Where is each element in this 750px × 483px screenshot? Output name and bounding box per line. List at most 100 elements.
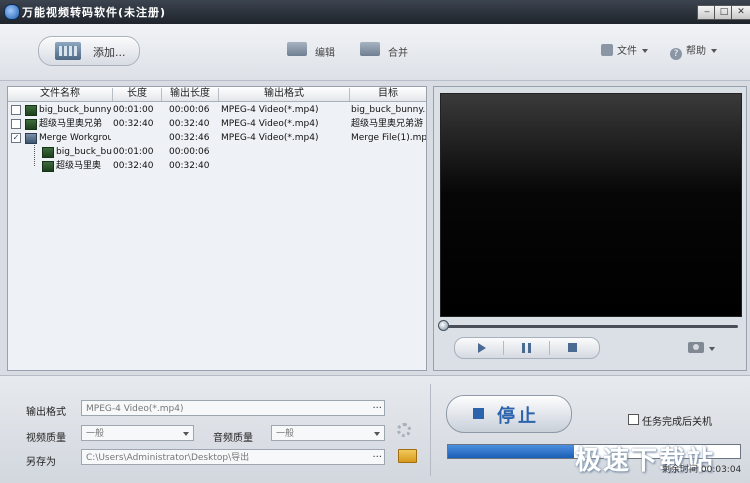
- preview-panel: [433, 86, 747, 371]
- video-quality-select[interactable]: 一般: [81, 425, 194, 441]
- playback-controls: [454, 337, 600, 359]
- stop-playback-button[interactable]: [557, 341, 587, 355]
- column-header-length[interactable]: 长度: [113, 88, 162, 101]
- audio-quality-select[interactable]: 一般: [271, 425, 385, 441]
- video-file-icon: [25, 105, 37, 116]
- column-header-output-format[interactable]: 输出格式: [219, 88, 350, 101]
- column-header-name[interactable]: 文件名称: [8, 88, 113, 101]
- add-file-label: 添加...: [93, 46, 126, 59]
- cell-length: 00:01:00: [113, 105, 154, 115]
- row-checkbox[interactable]: ✓: [11, 133, 21, 143]
- shutdown-checkbox[interactable]: [628, 414, 639, 425]
- cell-output-length: 00:32:46: [169, 133, 210, 143]
- merge-button[interactable]: 合并: [360, 41, 420, 59]
- progress-fill: [448, 445, 574, 458]
- cell-name: big_buck_bunny.: [39, 105, 111, 115]
- table-row[interactable]: big_buck_bunny. 00:01:00 00:00:06 MPEG-4…: [8, 103, 426, 117]
- browse-path-button[interactable]: ···: [372, 450, 382, 464]
- title-bar[interactable]: 万能视频转码软件(未注册) ‒ □ ✕: [0, 0, 750, 24]
- edit-label: 编辑: [315, 48, 335, 59]
- cell-name: 超级马里奥兄弟: [39, 119, 103, 129]
- save-as-label: 另存为: [26, 457, 56, 468]
- cell-output-length: 00:32:40: [169, 161, 210, 171]
- film-merge-icon: [360, 42, 380, 56]
- file-menu-label: 文件: [617, 46, 637, 57]
- chevron-down-icon[interactable]: [709, 347, 715, 351]
- cell-name: Merge Workgrou: [39, 133, 111, 143]
- cell-format: MPEG-4 Video(*.mp4): [221, 105, 319, 115]
- cell-length: 00:01:00: [113, 147, 154, 157]
- save-as-path-value: C:\Users\Administrator\Desktop\导出: [86, 453, 250, 463]
- cell-length: 00:32:40: [113, 161, 154, 171]
- stop-icon: [473, 408, 484, 419]
- video-quality-label: 视频质量: [26, 433, 66, 444]
- video-file-icon: [25, 119, 37, 130]
- file-icon: [601, 44, 613, 56]
- close-button[interactable]: ✕: [731, 5, 750, 20]
- app-logo-icon: [4, 4, 20, 20]
- merge-group-icon: [25, 133, 37, 144]
- browse-format-button[interactable]: ···: [372, 401, 382, 415]
- chevron-down-icon: [642, 49, 648, 53]
- edit-button[interactable]: 编辑: [287, 41, 347, 59]
- video-file-icon: [42, 147, 54, 158]
- cell-format: MPEG-4 Video(*.mp4): [221, 133, 319, 143]
- panel-divider: [430, 384, 431, 476]
- cell-output-length: 00:00:06: [169, 105, 210, 115]
- app-window: 万能视频转码软件(未注册) ‒ □ ✕ 添加... 编辑 合并 文件 ? 帮助 文…: [0, 0, 750, 483]
- file-menu[interactable]: 文件: [601, 42, 648, 58]
- cell-format: MPEG-4 Video(*.mp4): [221, 119, 319, 129]
- row-checkbox[interactable]: [11, 119, 21, 129]
- video-file-icon: [42, 161, 54, 172]
- cell-target: Merge File(1).mp4: [351, 133, 426, 143]
- help-menu-label: 帮助: [686, 46, 706, 57]
- output-format-value: MPEG-4 Video(*.mp4): [86, 404, 184, 414]
- audio-quality-label: 音频质量: [213, 433, 253, 444]
- cell-name: big_buck_bu: [56, 147, 112, 157]
- window-title: 万能视频转码软件(未注册): [22, 6, 167, 19]
- pause-button[interactable]: [511, 341, 541, 355]
- seek-bar[interactable]: [442, 325, 738, 328]
- film-add-icon: [55, 42, 81, 60]
- cell-name: 超级马里奥: [56, 161, 102, 171]
- table-row[interactable]: big_buck_bu 00:01:00 00:00:06: [8, 145, 426, 159]
- stop-conversion-button[interactable]: 停止: [446, 395, 572, 433]
- chevron-down-icon: [183, 432, 189, 436]
- help-icon: ?: [670, 48, 682, 60]
- stop-conversion-label: 停止: [497, 406, 539, 427]
- table-row[interactable]: ✓ Merge Workgrou 00:32:46 MPEG-4 Video(*…: [8, 131, 426, 145]
- help-menu[interactable]: ? 帮助: [670, 42, 717, 60]
- open-folder-icon[interactable]: [398, 449, 417, 463]
- add-file-button[interactable]: 添加...: [38, 36, 140, 66]
- cell-output-length: 00:00:06: [169, 147, 210, 157]
- cell-target: 超级马里奥兄弟游: [351, 119, 424, 129]
- play-button[interactable]: [467, 341, 497, 355]
- row-checkbox[interactable]: [11, 105, 21, 115]
- control-divider: [503, 341, 504, 355]
- file-list-header: 文件名称 长度 输出长度 输出格式 目标: [8, 87, 426, 102]
- cell-length: 00:32:40: [113, 119, 154, 129]
- column-header-target[interactable]: 目标: [350, 88, 426, 101]
- settings-panel: 输出格式 MPEG-4 Video(*.mp4) ··· 视频质量 一般 音频质…: [0, 375, 750, 483]
- seek-handle[interactable]: [438, 320, 449, 331]
- camera-snapshot-icon[interactable]: [688, 342, 704, 353]
- merge-label: 合并: [388, 48, 408, 59]
- cell-output-length: 00:32:40: [169, 119, 210, 129]
- cell-target: big_buck_bunny.m: [351, 105, 426, 115]
- output-format-field[interactable]: MPEG-4 Video(*.mp4) ···: [81, 400, 385, 416]
- film-edit-icon: [287, 42, 307, 56]
- output-format-label: 输出格式: [26, 407, 66, 418]
- chevron-down-icon: [374, 432, 380, 436]
- table-row[interactable]: 超级马里奥 00:32:40 00:32:40: [8, 159, 426, 173]
- video-quality-value: 一般: [86, 429, 105, 439]
- gear-icon[interactable]: [397, 423, 411, 437]
- toolbar: 添加... 编辑 合并 文件 ? 帮助: [0, 24, 750, 81]
- save-as-path-field[interactable]: C:\Users\Administrator\Desktop\导出 ···: [81, 449, 385, 465]
- chevron-down-icon: [711, 49, 717, 53]
- audio-quality-value: 一般: [276, 429, 295, 439]
- column-header-output-length[interactable]: 输出长度: [162, 88, 219, 101]
- file-list[interactable]: 文件名称 长度 输出长度 输出格式 目标 big_buck_bunny. 00:…: [7, 86, 427, 371]
- remaining-time: 剩余时间 00:03:04: [662, 465, 742, 475]
- table-row[interactable]: 超级马里奥兄弟 00:32:40 00:32:40 MPEG-4 Video(*…: [8, 117, 426, 131]
- shutdown-label: 任务完成后关机: [642, 417, 712, 428]
